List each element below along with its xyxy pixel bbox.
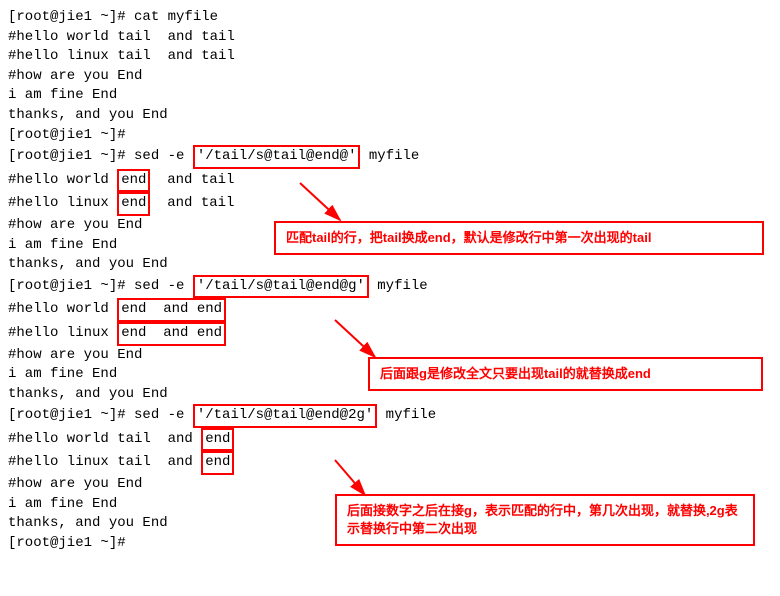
sed-arg-highlight: '/tail/s@tail@end@': [193, 145, 361, 169]
output-line: #hello world end and tail: [8, 169, 772, 193]
output-line: thanks, and you End: [8, 255, 772, 275]
text: tail: [117, 48, 151, 64]
output-line: #hello world end and end: [8, 298, 772, 322]
end-highlight: end: [117, 169, 150, 193]
command-text: cat myfile: [126, 9, 218, 25]
output-line: i am fine End: [8, 86, 772, 106]
text: and tail: [150, 195, 234, 211]
command-text: sed -e: [126, 407, 193, 423]
end-highlight: end and end: [117, 298, 226, 322]
end-highlight: end: [117, 192, 150, 216]
text: #hello world: [8, 29, 117, 45]
command-text: sed -e: [126, 148, 193, 164]
end-highlight: end: [201, 451, 234, 475]
text: #hello linux: [8, 195, 117, 211]
output-line: #hello linux tail and tail: [8, 47, 772, 67]
prompt-line: [root@jie1 ~]# sed -e '/tail/s@tail@end@…: [8, 145, 772, 169]
prompt-line: [root@jie1 ~]# cat myfile: [8, 8, 772, 28]
command-text: myfile: [369, 278, 428, 294]
output-line: #hello linux end and end: [8, 322, 772, 346]
prompt: [root@jie1 ~]#: [8, 148, 126, 164]
text: #hello linux: [8, 48, 117, 64]
sed-arg-highlight: '/tail/s@tail@end@2g': [193, 404, 377, 428]
text: #hello linux: [8, 325, 117, 341]
prompt: [root@jie1 ~]#: [8, 278, 126, 294]
prompt: [root@jie1 ~]#: [8, 407, 126, 423]
output-line: #hello linux tail and end: [8, 451, 772, 475]
prompt-line: [root@jie1 ~]# sed -e '/tail/s@tail@end@…: [8, 275, 772, 299]
output-line: #hello linux end and tail: [8, 192, 772, 216]
end-highlight: end and end: [117, 322, 226, 346]
text: tail: [117, 29, 151, 45]
command-text: sed -e: [126, 278, 193, 294]
text: and tail: [150, 172, 234, 188]
output-line: #hello world tail and tail: [8, 28, 772, 48]
prompt-line: [root@jie1 ~]# sed -e '/tail/s@tail@end@…: [8, 404, 772, 428]
prompt: [root@jie1 ~]#: [8, 9, 126, 25]
sed-arg-highlight: '/tail/s@tail@end@g': [193, 275, 369, 299]
text: and tail: [151, 48, 235, 64]
output-line: #hello world tail and end: [8, 428, 772, 452]
annotation-2: 后面跟g是修改全文只要出现tail的就替换成end: [368, 357, 763, 391]
command-text: myfile: [377, 407, 436, 423]
text: #hello world tail and: [8, 431, 201, 447]
end-highlight: end: [201, 428, 234, 452]
annotation-1: 匹配tail的行，把tail换成end，默认是修改行中第一次出现的tail: [274, 221, 764, 255]
output-line: #how are you End: [8, 475, 772, 495]
text: #hello world: [8, 172, 117, 188]
text: and tail: [151, 29, 235, 45]
output-line: thanks, and you End: [8, 106, 772, 126]
annotation-3: 后面接数字之后在接g，表示匹配的行中，第几次出现，就替换,2g表示替换行中第二次…: [335, 494, 755, 546]
prompt-line: [root@jie1 ~]#: [8, 126, 772, 146]
output-line: #how are you End: [8, 67, 772, 87]
text: #hello world: [8, 301, 117, 317]
command-text: myfile: [360, 148, 419, 164]
text: #hello linux tail and: [8, 454, 201, 470]
